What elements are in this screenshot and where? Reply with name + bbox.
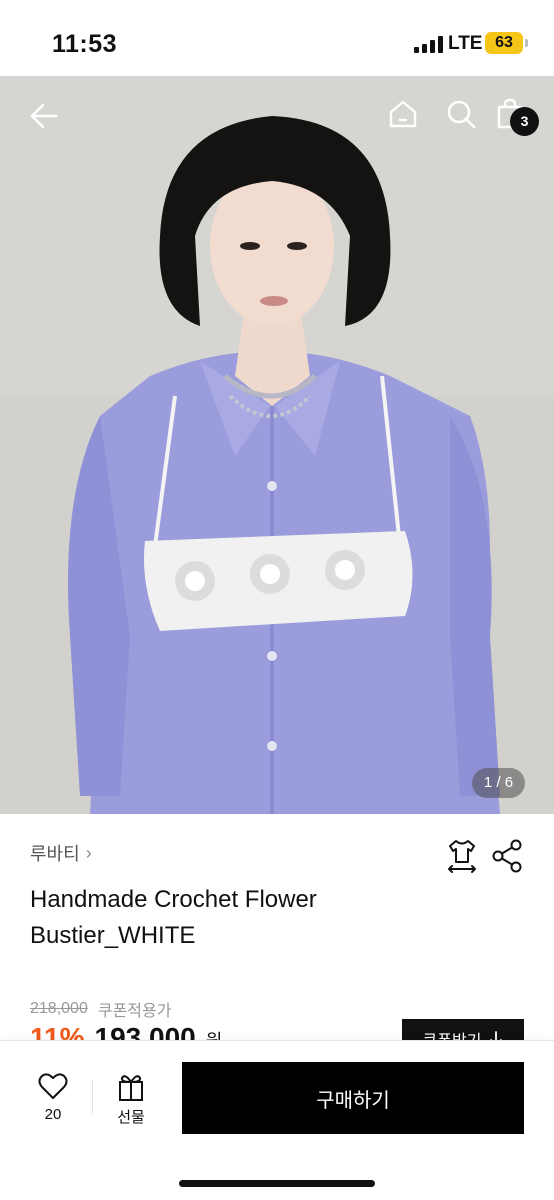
shirt-size-icon: [448, 840, 476, 873]
share-button[interactable]: [490, 838, 524, 874]
brand-link[interactable]: 루바티 ›: [30, 840, 92, 866]
home-button[interactable]: [382, 92, 424, 136]
like-button[interactable]: 20: [28, 1072, 78, 1130]
gift-button[interactable]: 선물: [106, 1072, 156, 1130]
coupon-price-label: 쿠폰적용가: [97, 1003, 172, 1020]
network-type: LTE: [448, 33, 483, 54]
status-time: 11:53: [52, 30, 118, 58]
search-button[interactable]: [440, 92, 482, 136]
buy-button[interactable]: 구매하기: [182, 1062, 524, 1134]
heart-icon: [38, 1073, 68, 1099]
signal-strength-icon: [414, 36, 443, 53]
back-button[interactable]: [20, 92, 68, 140]
battery-cap: [525, 39, 528, 47]
arrow-left-icon: [30, 103, 58, 129]
brand-name: 루바티: [30, 844, 80, 864]
size-guide-button[interactable]: [446, 838, 478, 874]
search-icon: [447, 100, 476, 129]
cart-count-badge: 3: [510, 107, 539, 136]
bottom-divider: [92, 1080, 93, 1114]
home-indicator: [179, 1180, 375, 1187]
battery-level: 63: [485, 32, 523, 54]
gift-icon: [119, 1075, 143, 1101]
product-photo: [0, 76, 554, 814]
original-price: 218,000: [30, 1000, 88, 1017]
image-page-indicator: 1 / 6: [472, 768, 525, 798]
original-price-row: 218,000 쿠폰적용가: [30, 997, 171, 1021]
gift-label: 선물: [117, 1109, 145, 1126]
chevron-right-icon: ›: [85, 842, 92, 863]
home-icon: [389, 100, 417, 128]
status-bar: 11:53 LTE 63: [0, 0, 554, 76]
share-icon: [492, 839, 522, 873]
product-image-carousel[interactable]: [0, 76, 554, 814]
product-title: Handmade Crochet Flower Bustier_WHITE: [30, 886, 317, 949]
like-count: 20: [44, 1106, 62, 1123]
